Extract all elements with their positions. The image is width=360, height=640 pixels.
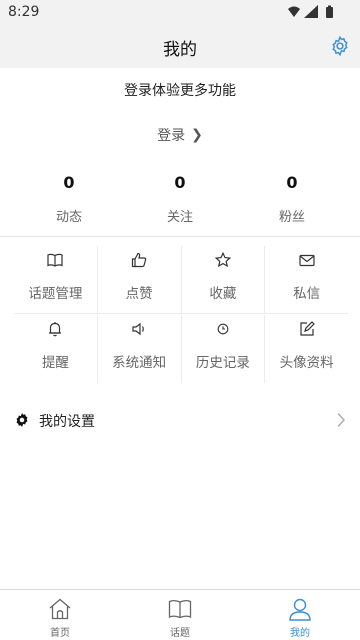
divider xyxy=(0,236,360,237)
stat-label: 粉丝 xyxy=(278,210,305,225)
clock-icon xyxy=(214,320,232,338)
nav-label: 首页 xyxy=(50,628,70,639)
grid-item-label: 话题管理 xyxy=(28,286,83,302)
grid-item-label: 收藏 xyxy=(209,286,237,302)
gear-icon xyxy=(16,413,28,427)
signal-icon xyxy=(304,5,318,18)
grid-item-reminders[interactable]: 提醒 xyxy=(14,315,97,383)
thumbs-up-icon xyxy=(130,251,148,269)
nav-label: 我的 xyxy=(290,628,310,639)
speaker-icon xyxy=(130,320,148,338)
status-bar: 8:29 xyxy=(0,0,360,24)
wifi-icon xyxy=(288,6,300,17)
status-time: 8:29 xyxy=(8,4,40,20)
grid-item-likes[interactable]: 点赞 xyxy=(96,246,181,313)
login-link[interactable]: 登录 ❯ xyxy=(150,124,210,146)
my-settings-row[interactable]: 我的设置 xyxy=(0,404,360,438)
grid-item-label: 头像资料 xyxy=(279,355,334,371)
book-icon xyxy=(46,251,64,269)
grid-item-history[interactable]: 历史记录 xyxy=(180,315,265,383)
grid-item-label: 私信 xyxy=(293,286,321,302)
stat-label: 动态 xyxy=(55,210,82,225)
book-icon xyxy=(167,596,193,622)
grid-item-label: 提醒 xyxy=(41,355,69,371)
grid-item-label: 点赞 xyxy=(125,286,153,302)
stat-dynamic[interactable]: 0 动态 xyxy=(29,172,109,225)
grid-item-label: 系统通知 xyxy=(112,355,167,371)
grid-item-system-notice[interactable]: 系统通知 xyxy=(96,315,181,383)
status-icons xyxy=(288,5,333,18)
nav-topics[interactable]: 话题 xyxy=(120,590,240,640)
stat-value: 0 xyxy=(63,173,75,192)
bell-icon xyxy=(46,320,64,338)
grid-item-favorites[interactable]: 收藏 xyxy=(180,246,265,313)
nav-mine[interactable]: 我的 xyxy=(240,590,360,640)
stat-value: 0 xyxy=(174,173,186,192)
battery-icon xyxy=(326,7,333,18)
gear-icon xyxy=(332,35,348,57)
edit-icon xyxy=(298,320,316,338)
stat-label: 关注 xyxy=(166,210,193,225)
grid-item-topic-manage[interactable]: 话题管理 xyxy=(14,246,97,313)
star-icon xyxy=(214,251,232,269)
nav-home[interactable]: 首页 xyxy=(0,590,120,640)
function-grid-row: 话题管理 点赞 收藏 私信 xyxy=(14,246,348,314)
settings-label: 我的设置 xyxy=(39,414,95,430)
stat-value: 0 xyxy=(286,173,298,192)
settings-button[interactable] xyxy=(326,32,354,60)
nav-label: 话题 xyxy=(170,628,190,639)
grid-item-messages[interactable]: 私信 xyxy=(264,246,348,313)
stat-following[interactable]: 0 关注 xyxy=(140,172,220,225)
bottom-nav: 首页 话题 我的 xyxy=(0,589,360,640)
app-bar: 我的 xyxy=(0,24,360,68)
login-hint: 登录体验更多功能 xyxy=(124,83,236,99)
user-icon xyxy=(287,596,313,622)
grid-item-profile[interactable]: 头像资料 xyxy=(264,315,348,383)
stat-fans[interactable]: 0 粉丝 xyxy=(252,172,332,225)
grid-item-label: 历史记录 xyxy=(195,355,250,371)
home-icon xyxy=(47,596,73,622)
login-label: 登录 xyxy=(157,128,186,144)
page-title: 我的 xyxy=(163,40,197,60)
chevron-right-icon: ❯ xyxy=(191,127,203,143)
chevron-right-icon xyxy=(337,413,345,427)
mail-icon xyxy=(298,251,316,269)
function-grid-row: 提醒 系统通知 历史记录 头像资料 xyxy=(14,315,348,383)
